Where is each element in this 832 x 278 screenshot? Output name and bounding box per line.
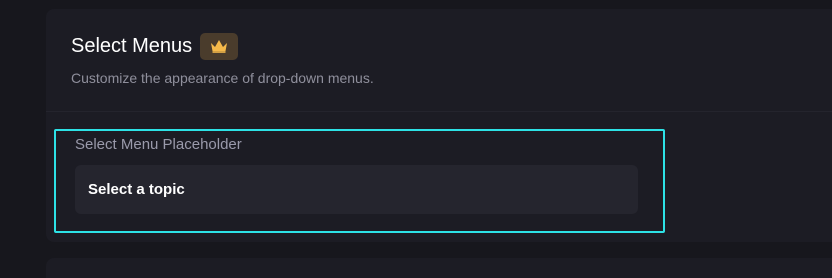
header-divider xyxy=(46,111,832,112)
select-placeholder-input[interactable]: Select a topic xyxy=(75,165,638,214)
title-row: Select Menus xyxy=(71,32,239,60)
premium-badge xyxy=(200,32,239,60)
section-title: Select Menus xyxy=(71,35,193,57)
placeholder-field-label: Select Menu Placeholder xyxy=(75,136,242,153)
next-card xyxy=(46,258,832,278)
crown-icon xyxy=(211,40,228,53)
section-subtitle: Customize the appearance of drop-down me… xyxy=(71,70,374,86)
card-header: Select Menus Customize the appearance of… xyxy=(46,9,832,112)
